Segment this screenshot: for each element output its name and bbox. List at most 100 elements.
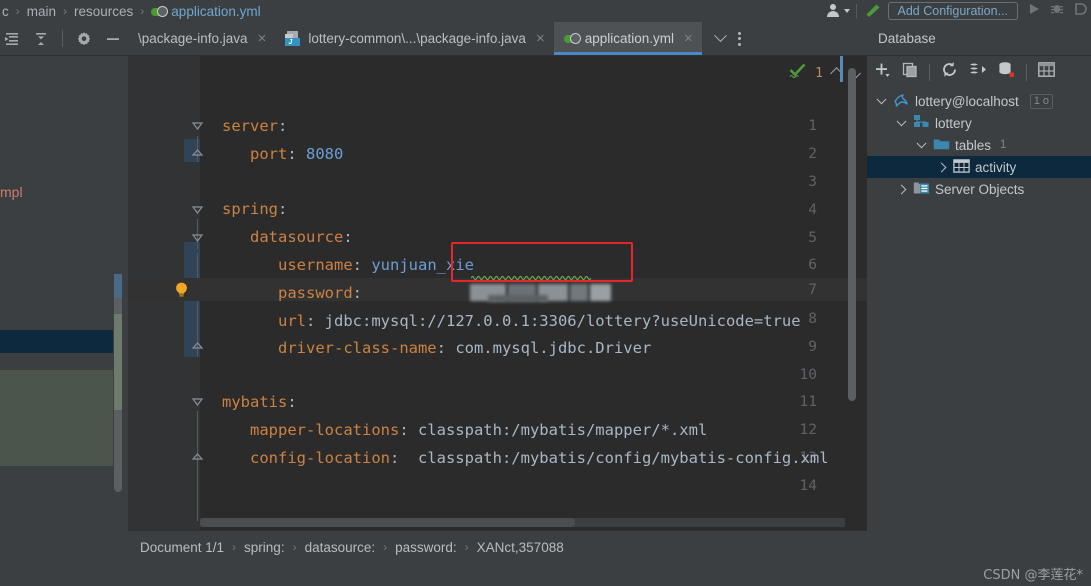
editor-marker-blue bbox=[840, 56, 843, 82]
hide-panel-icon[interactable] bbox=[105, 31, 121, 47]
document-position: Document 1/1 bbox=[140, 539, 225, 555]
code-editor[interactable]: 1 2 3 4 5 6 7 8 9 10 11 12 13 14 server:… bbox=[128, 56, 867, 530]
run-configuration-toolbar: Add Configuration... bbox=[826, 0, 1091, 22]
twisty-right-icon[interactable] bbox=[935, 162, 948, 172]
editor-tab-bar: \package-info.java × J lottery-common\..… bbox=[128, 22, 867, 56]
breadcrumb-item-resources[interactable]: resources bbox=[74, 4, 133, 19]
breadcrumb-separator: › bbox=[292, 540, 297, 554]
project-highlight-block bbox=[0, 370, 113, 466]
duplicate-icon[interactable] bbox=[902, 62, 918, 83]
project-panel-toolbar bbox=[0, 22, 128, 56]
db-tree-item-label: activity bbox=[975, 159, 1017, 175]
breadcrumb-separator: › bbox=[464, 540, 469, 554]
db-tree-item-activity[interactable]: activity bbox=[867, 156, 1091, 178]
stop-icon[interactable] bbox=[1073, 2, 1087, 21]
chevron-down-icon[interactable] bbox=[713, 29, 727, 43]
top-strip: c › main › resources › application.yml A… bbox=[0, 0, 1091, 22]
db-tree-item-connection[interactable]: lottery@localhost 1 o bbox=[867, 90, 1091, 112]
window-footer bbox=[0, 563, 1091, 586]
watermark: CSDN @李莲花* bbox=[983, 568, 1083, 583]
editor-horizontal-scrollbar-thumb[interactable] bbox=[200, 518, 575, 527]
close-icon[interactable]: × bbox=[684, 31, 693, 46]
user-avatar-icon bbox=[826, 4, 841, 18]
db-tree-item-schema[interactable]: lottery bbox=[867, 112, 1091, 134]
debug-bug-icon[interactable] bbox=[1050, 2, 1064, 21]
editor-tab-package-info-2[interactable]: J lottery-common\...\package-info.java × bbox=[275, 22, 553, 55]
toolbar-divider bbox=[62, 30, 63, 47]
settings-gear-icon[interactable] bbox=[76, 31, 92, 47]
code-line-13: config-location: classpath:/mybatis/conf… bbox=[250, 449, 829, 467]
close-icon[interactable]: × bbox=[536, 31, 545, 46]
code-line-7: password: bbox=[278, 284, 362, 302]
editor-tab-package-info-1[interactable]: \package-info.java × bbox=[128, 22, 275, 55]
twisty-down-icon[interactable] bbox=[915, 137, 928, 149]
password-value-redacted bbox=[470, 284, 611, 302]
editor-horizontal-scrollbar[interactable] bbox=[200, 517, 845, 528]
toolbar-divider bbox=[929, 63, 930, 81]
project-scrollbar[interactable] bbox=[113, 56, 123, 530]
close-icon[interactable]: × bbox=[258, 31, 267, 46]
expand-all-icon[interactable] bbox=[4, 31, 20, 47]
collapse-all-icon[interactable] bbox=[33, 31, 49, 47]
editor-tab-actions bbox=[705, 22, 752, 55]
breadcrumb-separator: › bbox=[232, 540, 237, 554]
editor-vertical-scrollbar-thumb[interactable] bbox=[848, 68, 856, 401]
add-data-source-icon[interactable] bbox=[875, 62, 891, 83]
run-play-icon[interactable] bbox=[1027, 2, 1041, 21]
intention-bulb-icon[interactable] bbox=[174, 281, 189, 298]
mysql-dolphin-icon bbox=[893, 92, 910, 110]
editor-vertical-scrollbar[interactable] bbox=[846, 56, 858, 530]
code-line-8: url: jdbc:mysql://127.0.0.1:3306/lottery… bbox=[278, 312, 801, 330]
database-toolbar bbox=[867, 56, 1091, 88]
avatar-button[interactable] bbox=[826, 4, 850, 18]
hammer-icon[interactable] bbox=[863, 3, 881, 19]
db-tree-item-tables[interactable]: tables 1 bbox=[867, 134, 1091, 156]
status-crumb-datasource[interactable]: datasource: bbox=[305, 540, 376, 555]
status-crumb-value[interactable]: XANct,357088 bbox=[477, 540, 564, 555]
db-tree-item-label: Server Objects bbox=[935, 181, 1025, 197]
refresh-icon[interactable] bbox=[941, 61, 958, 83]
breadcrumb-separator: › bbox=[140, 4, 145, 18]
schema-icon bbox=[913, 114, 930, 132]
editor-status-breadcrumb[interactable]: Document 1/1 › spring: › datasource: › p… bbox=[128, 530, 867, 563]
add-configuration-button[interactable]: Add Configuration... bbox=[887, 2, 1018, 20]
project-tool-window-sliver[interactable]: mpl bbox=[0, 56, 128, 530]
status-crumb-password[interactable]: password: bbox=[395, 540, 457, 555]
project-item-truncated-label: mpl bbox=[0, 184, 23, 200]
code-line-9: driver-class-name: com.mysql.jdbc.Driver bbox=[278, 339, 652, 357]
breadcrumb-separator: › bbox=[15, 4, 20, 18]
breadcrumb-separator: › bbox=[63, 4, 68, 18]
kebab-menu-icon[interactable] bbox=[737, 31, 741, 46]
status-crumb-spring[interactable]: spring: bbox=[244, 540, 285, 555]
breadcrumb-item-main[interactable]: main bbox=[27, 4, 56, 19]
database-tree: lottery@localhost 1 o lottery tables 1 a… bbox=[867, 88, 1091, 200]
db-tree-item-label: lottery@localhost bbox=[915, 93, 1019, 109]
db-tree-item-server-objects[interactable]: Server Objects bbox=[867, 178, 1091, 200]
breadcrumb-separator: › bbox=[383, 540, 388, 554]
toolbar-divider bbox=[1026, 63, 1027, 81]
run-query-icon[interactable] bbox=[969, 61, 987, 83]
db-sync-icon[interactable] bbox=[998, 61, 1015, 83]
code-line-5: datasource: bbox=[250, 228, 353, 246]
editor-tab-application-yml[interactable]: application.yml × bbox=[553, 22, 702, 55]
database-panel-title: Database bbox=[867, 22, 1091, 56]
caret-down-icon bbox=[843, 9, 850, 13]
twisty-down-icon[interactable] bbox=[895, 115, 908, 127]
navigation-breadcrumb[interactable]: c › main › resources › application.yml bbox=[0, 4, 261, 19]
table-icon bbox=[953, 158, 970, 176]
editor-tab-label: lottery-common\...\package-info.java bbox=[308, 31, 526, 46]
db-tables-count: 1 bbox=[1000, 139, 1007, 151]
breadcrumb-item-src[interactable]: c bbox=[2, 4, 9, 19]
project-selected-row[interactable] bbox=[0, 330, 113, 353]
code-line-4: spring: bbox=[222, 200, 288, 218]
editor-tab-label: application.yml bbox=[584, 31, 675, 46]
breadcrumb-item-file[interactable]: application.yml bbox=[171, 4, 260, 19]
editor-tab-label: \package-info.java bbox=[138, 31, 248, 46]
project-scroll-marker-selection bbox=[114, 274, 122, 298]
db-tree-item-label: lottery bbox=[935, 115, 972, 131]
left-panel-footer bbox=[0, 530, 128, 563]
green-checkmark-icon[interactable] bbox=[789, 63, 806, 83]
table-grid-icon[interactable] bbox=[1038, 62, 1055, 82]
twisty-down-icon[interactable] bbox=[875, 93, 888, 105]
twisty-right-icon[interactable] bbox=[895, 184, 908, 194]
